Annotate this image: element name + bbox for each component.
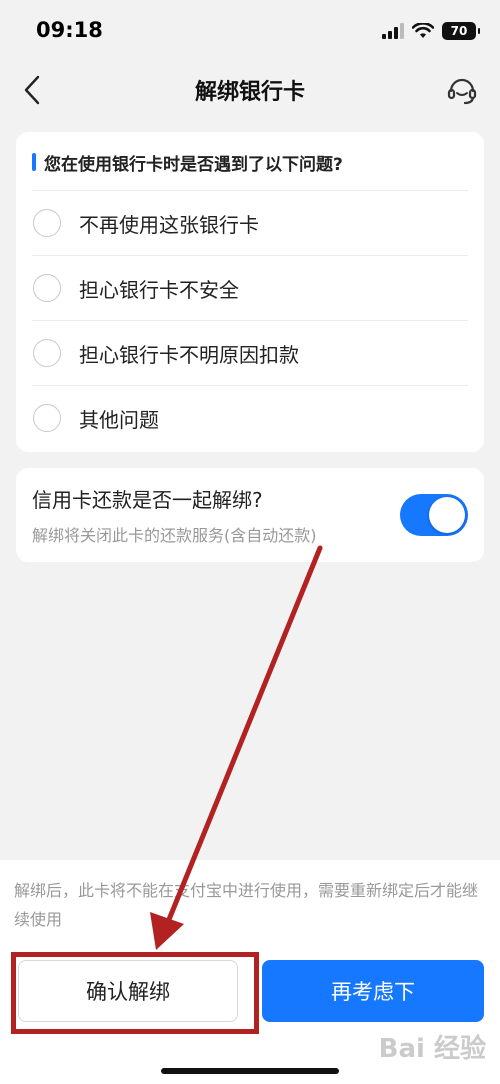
unbind-notice: 解绑后，此卡将不能在支付宝中进行使用，需要重新绑定后才能继续使用	[14, 881, 479, 929]
status-time: 09:18	[36, 18, 103, 42]
radio-button[interactable]	[33, 339, 61, 367]
status-icons: 70	[382, 20, 480, 42]
radio-button[interactable]	[33, 274, 61, 302]
option-label: 不再使用这张银行卡	[79, 212, 259, 237]
credit-unbind-toggle[interactable]	[400, 494, 468, 536]
option-card-unsafe[interactable]: 担心银行卡不安全	[32, 255, 468, 320]
watermark-logo: Bai 经验	[378, 1034, 486, 1064]
option-label: 担心银行卡不明原因扣款	[79, 342, 299, 367]
question-card: 您在使用银行卡时是否遇到了以下问题? 不再使用这张银行卡 担心银行卡不安全 担心…	[16, 132, 484, 452]
option-no-longer-use[interactable]: 不再使用这张银行卡	[32, 190, 468, 255]
option-label: 其他问题	[79, 407, 159, 432]
signal-icon	[382, 23, 404, 39]
wifi-icon	[412, 23, 434, 38]
credit-repayment-card: 信用卡还款是否一起解绑? 解绑将关闭此卡的还款服务(含自动还款)	[16, 468, 484, 562]
radio-button[interactable]	[33, 209, 61, 237]
credit-unbind-subtitle: 解绑将关闭此卡的还款服务(含自动还款)	[32, 526, 317, 545]
home-indicator	[161, 1068, 339, 1074]
reconsider-button[interactable]: 再考虑下	[262, 960, 484, 1022]
battery-level: 70	[450, 24, 468, 38]
customer-service-icon	[447, 78, 477, 105]
question-title: 您在使用银行卡时是否遇到了以下问题?	[32, 150, 343, 175]
radio-button[interactable]	[33, 404, 61, 432]
toggle-knob	[429, 497, 465, 533]
customer-service-button[interactable]	[442, 70, 482, 110]
credit-unbind-title: 信用卡还款是否一起解绑?	[32, 488, 263, 512]
option-other[interactable]: 其他问题	[32, 385, 468, 450]
status-bar: 09:18 70	[0, 0, 500, 62]
page-title: 解绑银行卡	[194, 80, 305, 105]
option-unknown-deduction[interactable]: 担心银行卡不明原因扣款	[32, 320, 468, 385]
annotation-highlight-box	[11, 952, 259, 1034]
nav-bar: 解绑银行卡	[0, 62, 500, 118]
back-button[interactable]	[14, 72, 50, 108]
option-label: 担心银行卡不安全	[79, 277, 239, 302]
battery-icon: 70	[442, 22, 480, 40]
chevron-left-icon	[24, 75, 40, 105]
